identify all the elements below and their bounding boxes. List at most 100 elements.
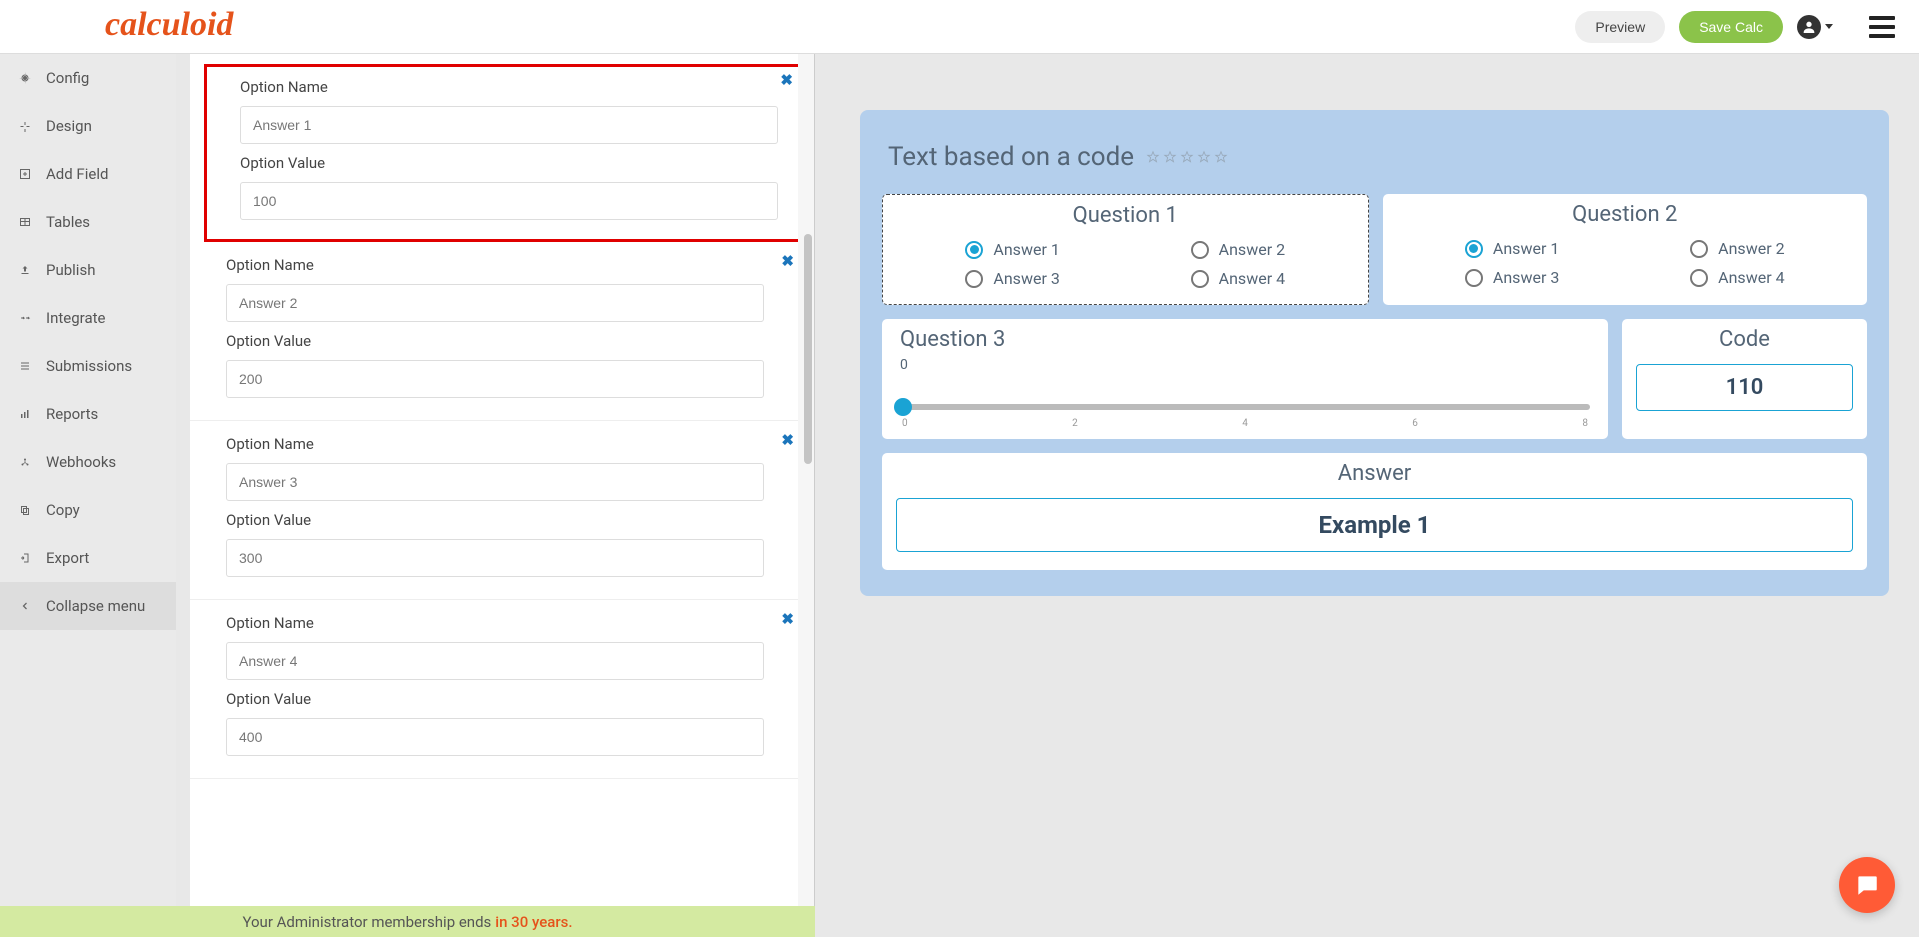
logo[interactable]: calculoid [105, 6, 233, 44]
answer-label: Answer 3 [1493, 268, 1559, 287]
code-box[interactable]: Code 110 [1622, 319, 1867, 439]
option-value-input[interactable] [226, 360, 764, 398]
slider-thumb[interactable] [894, 398, 912, 416]
sidebar-item-copy[interactable]: Copy [0, 486, 176, 534]
answer-label: Answer 4 [1718, 268, 1784, 287]
sidebar-item-label: Config [46, 69, 89, 87]
sidebar-item-label: Publish [46, 261, 95, 279]
option-value-input[interactable] [226, 718, 764, 756]
export-icon [18, 551, 32, 565]
save-calc-button[interactable]: Save Calc [1679, 11, 1783, 43]
question2-box[interactable]: Question 2 Answer 1 Answer 2 Answer 3 An… [1383, 194, 1868, 305]
sidebar-item-publish[interactable]: Publish [0, 246, 176, 294]
sidebar-item-label: Submissions [46, 357, 132, 375]
q2-answer-3[interactable]: Answer 3 [1415, 268, 1610, 287]
tick-label: 0 [902, 418, 908, 429]
q1-answer-1[interactable]: Answer 1 [915, 240, 1110, 259]
star-icon [1197, 150, 1211, 164]
option-name-input[interactable] [240, 106, 778, 144]
radio-icon [1465, 240, 1483, 258]
chevron-left-icon [18, 599, 32, 613]
sidebar-item-submissions[interactable]: Submissions [0, 342, 176, 390]
editor-panel: ✖ Option Name Option Value ✖ Option Name… [190, 54, 815, 906]
answer-box[interactable]: Answer Example 1 [882, 453, 1867, 570]
option-name-input[interactable] [226, 284, 764, 322]
option-name-input[interactable] [226, 463, 764, 501]
slider-track[interactable] [900, 404, 1590, 410]
integrate-icon [18, 311, 32, 325]
rating-stars[interactable] [1146, 150, 1228, 164]
option-name-label: Option Name [226, 256, 786, 274]
answer-label: Answer 1 [993, 240, 1059, 259]
star-icon [1180, 150, 1194, 164]
sidebar-item-integrate[interactable]: Integrate [0, 294, 176, 342]
option-group-3: ✖ Option Name Option Value [190, 421, 814, 600]
sidebar-item-export[interactable]: Export [0, 534, 176, 582]
bar-chart-icon [18, 407, 32, 421]
radio-icon [965, 241, 983, 259]
star-icon [1146, 150, 1160, 164]
option-value-label: Option Value [226, 511, 786, 529]
remove-option-button[interactable]: ✖ [781, 610, 794, 628]
question2-title: Question 2 [1397, 202, 1854, 227]
question3-title: Question 3 [900, 327, 1590, 352]
footer-text: Your Administrator membership ends [242, 913, 491, 931]
sidebar-item-reports[interactable]: Reports [0, 390, 176, 438]
radio-icon [965, 270, 983, 288]
hamburger-menu[interactable] [1869, 16, 1895, 38]
sidebar-item-label: Export [46, 549, 89, 567]
question1-box[interactable]: Question 1 Answer 1 Answer 2 Answer 3 An… [882, 194, 1369, 305]
q1-answer-2[interactable]: Answer 2 [1140, 240, 1335, 259]
sidebar: Config Design Add Field Tables Publish I… [0, 54, 176, 937]
question2-answers: Answer 1 Answer 2 Answer 3 Answer 4 [1397, 239, 1854, 287]
sidebar-item-label: Design [46, 117, 92, 135]
sidebar-item-label: Reports [46, 405, 98, 423]
calc-title: Text based on a code [888, 142, 1134, 172]
sidebar-item-add-field[interactable]: Add Field [0, 150, 176, 198]
user-menu[interactable] [1797, 15, 1833, 39]
chat-button[interactable] [1839, 857, 1895, 913]
option-name-label: Option Name [226, 435, 786, 453]
star-icon [1214, 150, 1228, 164]
option-group-4: ✖ Option Name Option Value [190, 600, 814, 779]
upload-icon [18, 263, 32, 277]
q2-answer-1[interactable]: Answer 1 [1415, 239, 1610, 258]
remove-option-button[interactable]: ✖ [781, 431, 794, 449]
sidebar-item-tables[interactable]: Tables [0, 198, 176, 246]
remove-option-button[interactable]: ✖ [780, 71, 793, 89]
topbar-actions: Preview Save Calc [1575, 11, 1899, 43]
design-icon [18, 119, 32, 133]
preview-canvas: Text based on a code Question 1 Answer 1… [815, 54, 1919, 937]
q2-answer-4[interactable]: Answer 4 [1640, 268, 1835, 287]
q2-answer-2[interactable]: Answer 2 [1640, 239, 1835, 258]
q1-answer-4[interactable]: Answer 4 [1140, 269, 1335, 288]
radio-icon [1690, 240, 1708, 258]
radio-icon [1465, 269, 1483, 287]
option-value-input[interactable] [240, 182, 778, 220]
radio-icon [1191, 270, 1209, 288]
option-value-input[interactable] [226, 539, 764, 577]
radio-icon [1690, 269, 1708, 287]
tick-label: 8 [1582, 418, 1588, 429]
sidebar-item-label: Copy [46, 501, 80, 519]
code-value: 110 [1636, 364, 1853, 411]
option-name-input[interactable] [226, 642, 764, 680]
sidebar-item-webhooks[interactable]: Webhooks [0, 438, 176, 486]
sidebar-item-config[interactable]: Config [0, 54, 176, 102]
sidebar-item-label: Tables [46, 213, 90, 231]
plus-icon [18, 167, 32, 181]
option-group-2: ✖ Option Name Option Value [190, 242, 814, 421]
sidebar-item-design[interactable]: Design [0, 102, 176, 150]
footer-highlight: in 30 years. [495, 913, 572, 931]
table-icon [18, 215, 32, 229]
row-slider-code: Question 3 0 0 2 4 6 8 Code 110 [882, 319, 1867, 439]
scrollbar-thumb[interactable] [804, 234, 812, 464]
remove-option-button[interactable]: ✖ [781, 252, 794, 270]
sidebar-item-collapse[interactable]: Collapse menu [0, 582, 176, 630]
topbar: calculoid Preview Save Calc [0, 0, 1919, 54]
sidebar-item-label: Add Field [46, 165, 108, 183]
answer-label: Answer 3 [993, 269, 1059, 288]
question3-box[interactable]: Question 3 0 0 2 4 6 8 [882, 319, 1608, 439]
q1-answer-3[interactable]: Answer 3 [915, 269, 1110, 288]
preview-button[interactable]: Preview [1575, 11, 1665, 43]
